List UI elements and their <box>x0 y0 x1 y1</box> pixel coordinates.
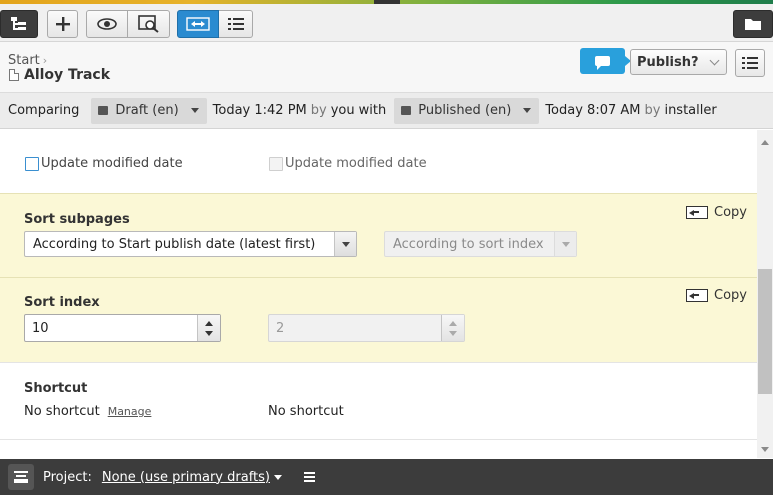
sort-subpages-title: Sort subpages <box>24 212 130 227</box>
chevron-down-icon <box>709 55 720 66</box>
by-label: by <box>644 103 661 118</box>
sort-index-value: 10 <box>32 320 49 336</box>
sort-index-section: Sort index Copy 10 2 <box>0 277 757 362</box>
compare-content: Update modified date Update modified dat… <box>0 130 757 458</box>
page-document-icon <box>9 69 19 81</box>
breadcrumb-start[interactable]: Start <box>8 53 40 68</box>
left-version-label: Draft (en) <box>115 103 179 118</box>
select-caret-button <box>554 232 576 256</box>
project-overview-icon <box>14 471 28 483</box>
project-overview-button[interactable] <box>8 464 34 490</box>
project-menu-icon[interactable] <box>303 472 315 482</box>
content-header: Start › Alloy Track Publish? <box>0 42 773 92</box>
with-label: with <box>358 103 387 118</box>
shortcut-current: No shortcut Manage <box>24 404 151 419</box>
left-version-time: Today 1:42 PM <box>212 103 307 118</box>
publish-button[interactable]: Publish? <box>630 49 727 75</box>
left-version-user: you <box>330 103 355 118</box>
right-version-user: installer <box>664 103 717 118</box>
caret-down-icon <box>561 241 570 247</box>
preview-zoom-icon <box>137 15 159 33</box>
by-label: by <box>310 103 327 118</box>
content-scrollbar[interactable] <box>757 130 773 458</box>
assets-pane-button[interactable] <box>733 10 773 38</box>
scroll-thumb[interactable] <box>758 269 772 394</box>
sort-subpages-value: According to Start publish date (latest … <box>33 236 316 252</box>
copy-label: Copy <box>714 288 747 303</box>
preview-zoom-button[interactable] <box>128 10 170 38</box>
select-caret-button[interactable] <box>334 232 356 256</box>
compare-bar: Comparing Draft (en) Today 1:42 PM by yo… <box>0 92 773 129</box>
comment-icon <box>595 56 610 70</box>
copy-label: Copy <box>714 205 747 220</box>
stepper-up-icon[interactable] <box>205 321 213 326</box>
comparing-label: Comparing <box>8 103 80 118</box>
list-options-icon <box>742 57 758 69</box>
caret-down-icon <box>190 108 199 113</box>
update-modified-row: Update modified date Update modified dat… <box>0 130 757 194</box>
sort-index-stepper[interactable] <box>197 315 220 341</box>
comment-button[interactable] <box>580 48 631 74</box>
stepper-down-icon[interactable] <box>205 331 213 336</box>
right-version-time: Today 8:07 AM <box>545 103 641 118</box>
preview-button[interactable] <box>86 10 128 38</box>
list-view-icon <box>227 18 244 30</box>
copy-arrow-icon <box>686 289 708 302</box>
sort-index-input[interactable]: 10 <box>24 314 221 342</box>
copy-sort-index-button[interactable]: Copy <box>686 288 747 303</box>
sort-subpages-section: Sort subpages Copy According to Start pu… <box>0 193 757 277</box>
site-tree-icon <box>11 17 26 30</box>
plus-icon <box>55 17 70 31</box>
page-title: Alloy Track <box>9 67 110 83</box>
sort-index-value-published: 2 <box>276 320 285 336</box>
edit-mode-group <box>177 10 253 38</box>
sort-index-title: Sort index <box>24 295 100 310</box>
sort-subpages-value-published: According to sort index <box>393 236 544 252</box>
shortcut-value-published: No shortcut <box>268 404 344 419</box>
sort-subpages-select[interactable]: According to Start publish date (latest … <box>24 231 357 257</box>
eye-icon <box>97 18 117 30</box>
caret-down-icon <box>341 241 350 247</box>
add-content-button[interactable] <box>47 10 78 38</box>
sort-index-stepper-published <box>441 315 464 341</box>
shortcut-value: No shortcut <box>24 404 100 419</box>
left-version-dropdown[interactable]: Draft (en) <box>91 97 207 124</box>
page-options-button[interactable] <box>735 49 765 77</box>
project-selector[interactable]: None (use primary drafts) <box>102 470 270 485</box>
update-modified-label: Update modified date <box>41 156 183 171</box>
scroll-up-icon[interactable] <box>761 140 769 145</box>
right-version-dropdown[interactable]: Published (en) <box>394 97 540 124</box>
page-title-text: Alloy Track <box>24 67 111 83</box>
manage-shortcut-link[interactable]: Manage <box>108 405 152 418</box>
compare-button[interactable] <box>177 10 219 38</box>
shortcut-title: Shortcut <box>24 381 88 396</box>
stepper-down-icon <box>449 331 457 336</box>
folder-icon <box>745 19 761 30</box>
project-label: Project: <box>43 469 92 485</box>
compare-arrows-icon <box>186 17 210 31</box>
update-modified-checkbox[interactable] <box>25 157 39 171</box>
toolbar <box>0 4 773 42</box>
sort-index-input-published: 2 <box>268 314 465 342</box>
caret-down-icon <box>523 108 532 113</box>
versions-stack-icon <box>400 105 412 117</box>
copy-sort-subpages-button[interactable]: Copy <box>686 205 747 220</box>
all-properties-button[interactable] <box>219 10 253 38</box>
view-mode-group <box>86 10 170 38</box>
caret-down-icon[interactable] <box>273 474 282 480</box>
shortcut-section: Shortcut No shortcut Manage No shortcut <box>0 362 757 440</box>
sort-subpages-select-published: According to sort index <box>384 231 577 257</box>
stepper-up-icon <box>449 321 457 326</box>
chevron-right-icon: › <box>42 54 48 67</box>
update-modified-label-published: Update modified date <box>285 156 427 171</box>
scroll-down-icon[interactable] <box>761 447 769 452</box>
site-tree-button[interactable] <box>0 10 38 38</box>
right-version-label: Published (en) <box>418 103 512 118</box>
copy-arrow-icon <box>686 206 708 219</box>
publish-label: Publish? <box>637 54 699 70</box>
breadcrumb[interactable]: Start › <box>8 53 47 68</box>
project-bar: Project: None (use primary drafts) <box>0 459 773 495</box>
update-modified-checkbox-published <box>269 157 283 171</box>
versions-stack-icon <box>97 105 109 117</box>
